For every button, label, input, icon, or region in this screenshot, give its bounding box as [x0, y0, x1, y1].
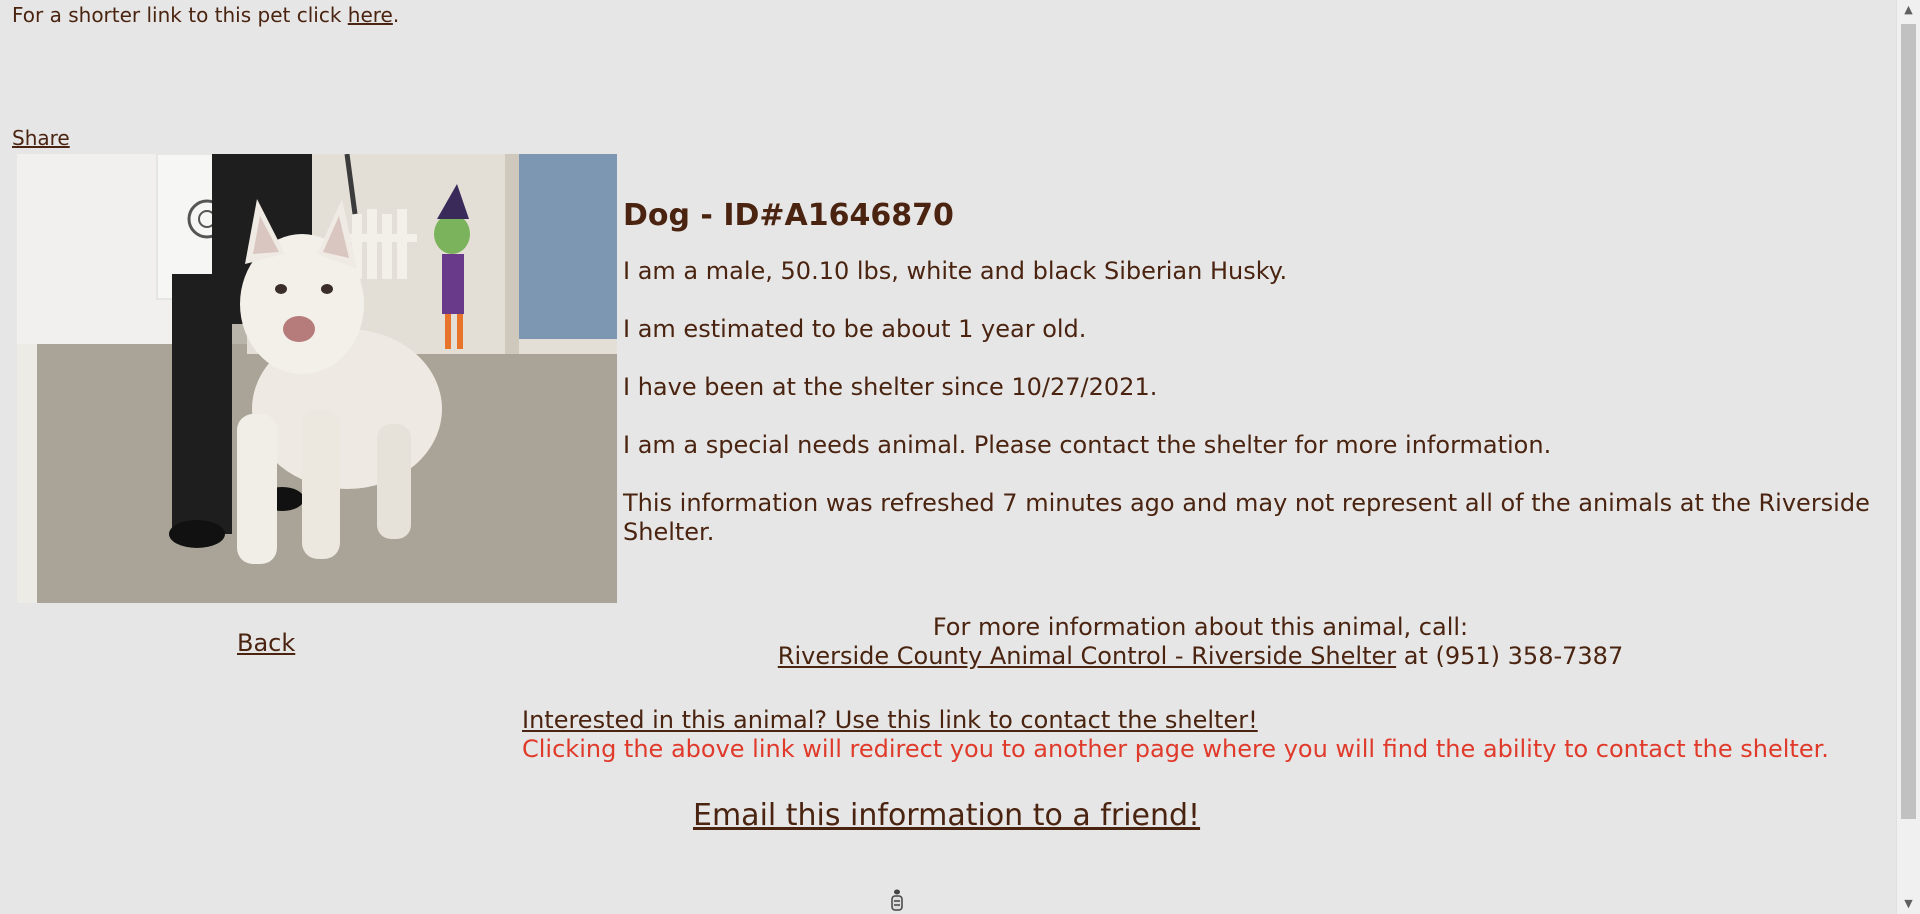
contact-info: For more information about this animal, … [623, 613, 1778, 671]
animal-info: Dog - ID#A1646870 I am a male, 50.10 lbs… [623, 198, 1888, 576]
pet-detail-page: For a shorter link to this pet click her… [0, 0, 1897, 914]
animal-special-needs-line: I am a special needs animal. Please cont… [623, 431, 1552, 459]
animal-intake-line: I have been at the shelter since 10/27/2… [623, 373, 1158, 401]
short-link-here[interactable]: here [348, 3, 393, 27]
short-link-suffix: . [392, 3, 400, 27]
short-link-prefix: For a shorter link to this pet click [12, 3, 348, 27]
short-link-line: For a shorter link to this pet click her… [12, 3, 399, 27]
email-friend-link[interactable]: Email this information to a friend! [693, 798, 1200, 834]
contact-intro: For more information about this animal, … [932, 613, 1469, 641]
loading-icon [891, 889, 903, 911]
refresh-notice: This information was refreshed 7 minutes… [623, 489, 1870, 546]
shelter-phone: at (951) 358-7387 [1396, 642, 1624, 670]
redirect-warning: Clicking the above link will redirect yo… [522, 735, 1829, 763]
vertical-scrollbar[interactable]: ▲ ▼ [1896, 0, 1920, 914]
contact-shelter-link[interactable]: Interested in this animal? Use this link… [522, 706, 1258, 734]
share-link[interactable]: Share [12, 126, 70, 150]
interest-block: Interested in this animal? Use this link… [522, 706, 1829, 764]
contact-line: Riverside County Animal Control - Rivers… [623, 642, 1778, 671]
scroll-down-arrow-icon[interactable]: ▼ [1897, 894, 1920, 914]
back-link[interactable]: Back [237, 629, 295, 657]
shelter-link[interactable]: Riverside County Animal Control - Rivers… [778, 642, 1396, 670]
pet-photo [17, 154, 617, 603]
scrollbar-thumb[interactable] [1901, 24, 1916, 819]
animal-description-line: I am a male, 50.10 lbs, white and black … [623, 257, 1288, 285]
animal-heading: Dog - ID#A1646870 [623, 198, 954, 233]
scroll-up-arrow-icon[interactable]: ▲ [1897, 0, 1920, 20]
animal-age-line: I am estimated to be about 1 year old. [623, 315, 1087, 343]
